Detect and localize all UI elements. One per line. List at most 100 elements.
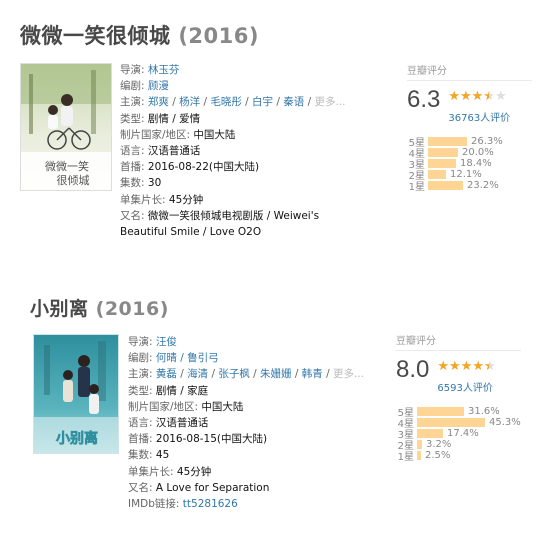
length-value: 45分钟 (168, 193, 204, 206)
cast-link[interactable]: 黄磊 (156, 368, 177, 380)
cast-link[interactable]: 张子枫 (218, 368, 250, 380)
country-label: 制片国家/地区: (128, 400, 199, 413)
length-value: 45分钟 (176, 465, 212, 478)
rating-bar (428, 137, 467, 146)
episodes-label: 集数: (120, 177, 145, 190)
cast-link[interactable]: 毛晓彤 (210, 96, 242, 108)
writer-label: 编剧: (120, 80, 145, 93)
rating-bar-row: 5星 26.3% (407, 136, 532, 149)
country-value: 中国大陆 (201, 400, 244, 413)
aka-value: A Love for Separation (155, 481, 270, 494)
country-value: 中国大陆 (193, 128, 236, 141)
rating-bar-row: 4星 20.0% (407, 147, 532, 160)
writer-link[interactable]: 顾漫 (148, 80, 169, 92)
language-value: 汉语普通话 (147, 145, 201, 158)
rating-divider (396, 350, 521, 351)
rating-bar-row: 2星 3.2% (396, 439, 521, 452)
svg-text:微微一笑: 微微一笑 (45, 159, 89, 173)
rating-panel: 豆瓣评分 8.0 ★★★★★ ★★★★★ 6593人评价 5星31.6%4星45… (396, 332, 521, 463)
cast-link[interactable]: 朱姗姗 (260, 368, 292, 380)
rating-bar (417, 407, 464, 416)
rating-bar-percent: 31.6% (468, 406, 500, 417)
rating-stars: ★★★★★ ★★★★★ (437, 360, 501, 374)
show-title-text: 微微一笑很倾城 (20, 24, 171, 48)
show-title: 微微一笑很倾城 (2016) (20, 20, 259, 50)
rating-bar-percent: 2.5% (425, 450, 451, 461)
rating-bar-percent: 45.3% (489, 417, 521, 428)
director-link[interactable]: 林玉芬 (148, 64, 180, 76)
language-value: 汉语普通话 (155, 417, 209, 430)
director-link[interactable]: 汪俊 (156, 336, 177, 348)
show-poster[interactable]: 小别离 (33, 334, 119, 454)
aka-label: 又名: (120, 209, 145, 222)
rating-bar-percent: 26.3% (471, 136, 503, 147)
premiere-label: 首播: (128, 433, 153, 446)
episodes-value: 45 (155, 449, 170, 462)
cast-link[interactable]: 白宇 (252, 96, 273, 108)
svg-text:小别离: 小别离 (56, 430, 98, 447)
rating-bar-row: 3星 18.4% (407, 158, 532, 171)
imdb-link[interactable]: tt5281626 (183, 498, 238, 510)
show-year: (2016) (178, 24, 259, 48)
rating-score: 8.0 (396, 356, 430, 383)
episodes-value: 30 (147, 177, 162, 190)
genre-value: 剧情 / 爱情 (147, 112, 201, 125)
rating-bar (428, 181, 463, 190)
star-filled-icon: ★★★★★ (437, 360, 488, 374)
rating-bar-row: 2星 12.1% (407, 169, 532, 182)
rating-bar-row: 1星 2.5% (396, 450, 521, 463)
show-poster[interactable]: 微微一笑 很倾城 (20, 63, 112, 191)
rating-bar-percent: 20.0% (462, 147, 494, 158)
show-year: (2016) (95, 298, 169, 320)
cast-more-link[interactable]: 更多... (314, 96, 345, 108)
language-label: 语言: (120, 145, 145, 158)
rating-bar-label: 1星 (408, 182, 425, 193)
rating-bar (417, 429, 443, 438)
rating-bar-percent: 18.4% (460, 158, 492, 169)
cast-label: 主演: (128, 368, 153, 381)
rating-bar-percent: 17.4% (447, 428, 479, 439)
poster-image: 小别离 (34, 335, 118, 453)
cast-link[interactable]: 杨洋 (179, 96, 200, 108)
cast-link[interactable]: 海清 (187, 368, 208, 380)
writer-link[interactable]: 何晴 / 鲁引弓 (156, 352, 219, 364)
rating-breakdown: 5星 26.3% 4星 20.0% 3星 18.4% 2星 12.1% 1星 23.2% (407, 136, 532, 193)
rating-bar-row: 5星 31.6% (396, 406, 521, 419)
rating-bar (428, 170, 446, 179)
poster-image: 微微一笑 很倾城 (21, 64, 111, 190)
cast-more-link[interactable]: 更多... (333, 368, 364, 380)
genre-label: 类型: (120, 112, 145, 125)
rating-bar (428, 159, 456, 168)
director-label: 导演: (128, 336, 153, 348)
imdb-label: IMDb链接: (128, 498, 180, 511)
length-label: 单集片长: (128, 465, 174, 478)
show-info: 导演: 林玉芬 编剧: 顾漫 主演: 郑爽 / 杨洋 / 毛晓彤 / 白宇 / … (120, 64, 346, 239)
votes-link[interactable]: 6593人评价 (437, 379, 501, 394)
aka-value: 微微一笑很倾城电视剧版 / Weiwei's Beautiful Smile /… (120, 209, 320, 239)
premiere-value: 2016-08-22(中国大陆) (147, 161, 260, 174)
language-label: 语言: (128, 417, 153, 430)
rating-bar-percent: 12.1% (450, 169, 482, 180)
rating-bar (417, 451, 421, 460)
rating-divider (407, 80, 532, 81)
episodes-label: 集数: (128, 449, 153, 462)
aka-label: 又名: (128, 481, 153, 494)
country-label: 制片国家/地区: (120, 128, 191, 141)
rating-stars: ★★★★★ ★★★★★ (448, 90, 512, 104)
votes-link[interactable]: 36763人评价 (448, 109, 512, 124)
show-title: 小别离 (2016) (30, 294, 169, 321)
rating-bar-row: 4星 45.3% (396, 417, 521, 430)
rating-bar-label: 1星 (397, 452, 414, 463)
rating-breakdown: 5星 31.6% 4星 45.3% 3星 17.4% 2星 3.2% 1星 2.5% (396, 406, 521, 463)
cast-link[interactable]: 韩青 (302, 368, 323, 380)
rating-label: 豆瓣评分 (407, 66, 447, 77)
cast-link[interactable]: 秦语 (283, 96, 304, 108)
premiere-label: 首播: (120, 161, 145, 174)
genre-value: 剧情 / 家庭 (155, 384, 209, 397)
rating-bar (417, 440, 422, 449)
rating-bar-row: 1星 23.2% (407, 180, 532, 193)
genre-label: 类型: (128, 384, 153, 397)
rating-panel: 豆瓣评分 6.3 ★★★★★ ★★★★★ 36763人评价 5星26.3%4星2… (407, 62, 532, 193)
director-label: 导演: (120, 64, 145, 76)
cast-link[interactable]: 郑爽 (148, 96, 169, 108)
